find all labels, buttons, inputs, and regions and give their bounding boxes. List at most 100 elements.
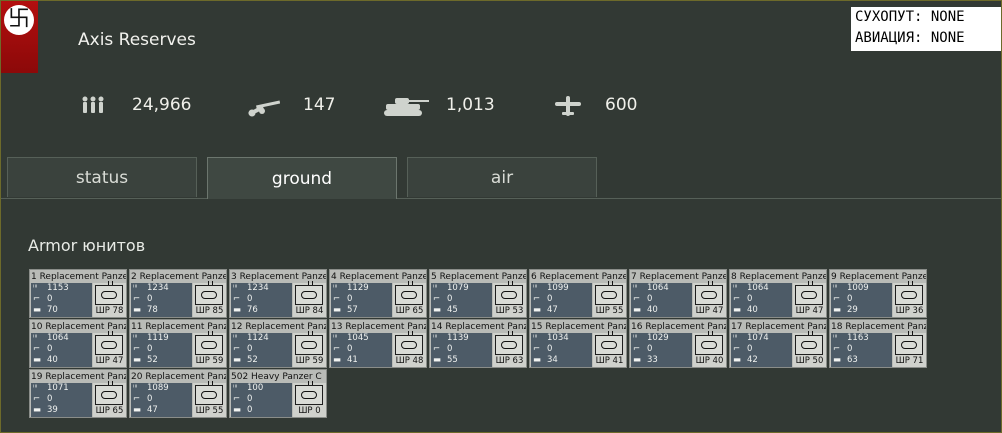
unit-counter: ШР 53 <box>493 281 526 317</box>
unit-card[interactable]: 17 Replacement Panzer ᵎᵎᵎ 1074 ⌐ 0 ▬ 42 ШР … <box>729 319 827 368</box>
unit-tanks-row: ▬ 55 <box>433 355 458 366</box>
infantry-icon: ᵎᵎᵎ <box>133 283 138 293</box>
unit-men: 1119 <box>147 333 169 343</box>
nation-banner: 卐 <box>1 1 38 73</box>
unit-card[interactable]: 11 Replacement Panzer ᵎᵎᵎ 1119 ⌐ 0 ▬ 52 ШР … <box>129 319 227 368</box>
gun-icon: ⌐ <box>33 394 41 404</box>
infantry-count: 24,966 <box>132 95 192 115</box>
tank-icon: ▬ <box>533 355 542 365</box>
unit-strength: ШР 78 <box>95 306 124 316</box>
unit-card[interactable]: 2 Replacement Panzer ᵎᵎᵎ 1234 ⌐ 0 ▬ 78 ШР 8… <box>129 269 227 318</box>
tab-status[interactable]: status <box>7 157 197 197</box>
unit-men-row: ᵎᵎᵎ 1089 <box>133 383 169 394</box>
unit-strength: ШР 65 <box>395 306 424 316</box>
unit-strength: ШР 47 <box>95 356 124 366</box>
unit-stats: ᵎᵎᵎ 1045 ⌐ 0 ▬ 41 <box>331 333 392 367</box>
unit-counter: ШР 78 <box>93 281 126 317</box>
unit-guns-row: ⌐ 0 <box>633 294 652 305</box>
unit-tanks-row: ▬ 41 <box>333 355 358 366</box>
unit-card[interactable]: 18 Replacement Panzer ᵎᵎᵎ 1163 ⌐ 0 ▬ 63 ШР … <box>829 319 927 368</box>
unit-strength: ШР 47 <box>695 306 724 316</box>
unit-guns-row: ⌐ 0 <box>533 294 552 305</box>
unit-guns-row: ⌐ 0 <box>333 294 352 305</box>
unit-tanks: 40 <box>647 305 658 315</box>
unit-men-row: ᵎᵎᵎ 1234 <box>233 283 269 294</box>
gun-icon: ⌐ <box>333 294 341 304</box>
unit-men: 1064 <box>47 333 69 343</box>
infantry-icon: ᵎᵎᵎ <box>733 283 738 293</box>
swastika-icon: 卐 <box>4 5 34 35</box>
unit-men: 1129 <box>347 283 369 293</box>
infantry-icon: ᵎᵎᵎ <box>33 383 38 393</box>
unit-stats: ᵎᵎᵎ 1139 ⌐ 0 ▬ 55 <box>431 333 492 367</box>
unit-tanks: 0 <box>247 405 253 415</box>
unit-strength: ШР 40 <box>695 356 724 366</box>
unit-tanks: 41 <box>347 355 358 365</box>
unit-card[interactable]: 12 Replacement Panzer ᵎᵎᵎ 1124 ⌐ 0 ▬ 52 ШР … <box>229 319 327 368</box>
tank-icon: ▬ <box>733 355 742 365</box>
unit-card[interactable]: 10 Replacement Panzer ᵎᵎᵎ 1064 ⌐ 0 ▬ 40 ШР … <box>29 319 127 368</box>
unit-strength: ШР 41 <box>595 356 624 366</box>
armor-symbol-icon <box>395 281 423 305</box>
tab-ground[interactable]: ground <box>207 157 397 199</box>
infantry-icon: ᵎᵎᵎ <box>633 283 638 293</box>
unit-card[interactable]: 502 Heavy Panzer C ᵎᵎᵎ 100 ⌐ 0 ▬ 0 ШР 0 <box>229 369 327 418</box>
unit-men: 100 <box>247 383 264 393</box>
tank-icon: ▬ <box>233 405 242 415</box>
unit-stats: ᵎᵎᵎ 100 ⌐ 0 ▬ 0 <box>231 383 292 417</box>
unit-men: 1234 <box>247 283 269 293</box>
unit-men: 1099 <box>547 283 569 293</box>
unit-guns: 0 <box>47 294 53 304</box>
unit-tanks: 76 <box>247 305 258 315</box>
unit-card[interactable]: 6 Replacement Panzer ᵎᵎᵎ 1099 ⌐ 0 ▬ 47 ШР 5… <box>529 269 627 318</box>
unit-card[interactable]: 1 Replacement Panzer ᵎᵎᵎ 1153 ⌐ 0 ▬ 70 ШР 7… <box>29 269 127 318</box>
unit-men: 1045 <box>347 333 369 343</box>
unit-card[interactable]: 14 Replacement Panzer ᵎᵎᵎ 1139 ⌐ 0 ▬ 55 ШР … <box>429 319 527 368</box>
unit-tanks: 34 <box>547 355 558 365</box>
unit-tanks: 70 <box>47 305 58 315</box>
unit-card[interactable]: 4 Replacement Panzer ᵎᵎᵎ 1129 ⌐ 0 ▬ 57 ШР 6… <box>329 269 427 318</box>
unit-tanks: 40 <box>747 305 758 315</box>
unit-card[interactable]: 13 Replacement Panzer ᵎᵎᵎ 1045 ⌐ 0 ▬ 41 ШР … <box>329 319 427 368</box>
gun-icon: ⌐ <box>133 294 141 304</box>
unit-guns: 0 <box>347 294 353 304</box>
unit-card[interactable]: 19 Replacement Panzer ᵎᵎᵎ 1071 ⌐ 0 ▬ 39 ШР … <box>29 369 127 418</box>
unit-stats: ᵎᵎᵎ 1124 ⌐ 0 ▬ 52 <box>231 333 292 367</box>
unit-card[interactable]: 15 Replacement Panzer ᵎᵎᵎ 1034 ⌐ 0 ▬ 34 ШР … <box>529 319 627 368</box>
unit-tanks: 57 <box>347 305 358 315</box>
unit-tanks-row: ▬ 33 <box>633 355 658 366</box>
unit-counter: ШР 85 <box>193 281 226 317</box>
unit-card[interactable]: 16 Replacement Panzer ᵎᵎᵎ 1029 ⌐ 0 ▬ 33 ШР … <box>629 319 727 368</box>
gun-icon: ⌐ <box>33 294 41 304</box>
unit-counter: ШР 41 <box>593 331 626 367</box>
unit-stats: ᵎᵎᵎ 1064 ⌐ 0 ▬ 40 <box>31 333 92 367</box>
unit-counter: ШР 40 <box>693 331 726 367</box>
unit-card[interactable]: 5 Replacement Panzer ᵎᵎᵎ 1079 ⌐ 0 ▬ 45 ШР 5… <box>429 269 527 318</box>
section-title: Armor юнитов <box>28 236 146 255</box>
unit-guns-row: ⌐ 0 <box>133 294 152 305</box>
gun-icon: ⌐ <box>333 344 341 354</box>
tab-air[interactable]: air <box>407 157 597 197</box>
unit-men-row: ᵎᵎᵎ 1234 <box>133 283 169 294</box>
armor-symbol-icon <box>695 281 723 305</box>
unit-stats: ᵎᵎᵎ 1089 ⌐ 0 ▬ 47 <box>131 383 192 417</box>
ground-mode-label: СУХОПУТ: NONE <box>855 9 965 25</box>
unit-stats: ᵎᵎᵎ 1079 ⌐ 0 ▬ 45 <box>431 283 492 317</box>
unit-tanks: 39 <box>47 405 58 415</box>
unit-tanks: 47 <box>547 305 558 315</box>
unit-card[interactable]: 7 Replacement Panzer ᵎᵎᵎ 1064 ⌐ 0 ▬ 40 ШР 4… <box>629 269 727 318</box>
unit-card[interactable]: 3 Replacement Panzer ᵎᵎᵎ 1234 ⌐ 0 ▬ 76 ШР 8… <box>229 269 327 318</box>
unit-guns-row: ⌐ 0 <box>733 344 752 355</box>
unit-guns: 0 <box>247 344 253 354</box>
unit-strength: ШР 85 <box>195 306 224 316</box>
tank-icon: ▬ <box>233 305 242 315</box>
unit-men-row: ᵎᵎᵎ 1163 <box>833 333 869 344</box>
tank-icon: ▬ <box>433 305 442 315</box>
unit-tanks-row: ▬ 0 <box>233 405 252 416</box>
unit-card[interactable]: 20 Replacement Panzer ᵎᵎᵎ 1089 ⌐ 0 ▬ 47 ШР … <box>129 369 227 418</box>
unit-card[interactable]: 8 Replacement Panzer ᵎᵎᵎ 1064 ⌐ 0 ▬ 40 ШР 4… <box>729 269 827 318</box>
unit-card[interactable]: 9 Replacement Panzer ᵎᵎᵎ 1009 ⌐ 0 ▬ 29 ШР 3… <box>829 269 927 318</box>
armor-symbol-icon <box>95 331 123 355</box>
unit-strength: ШР 59 <box>195 356 224 366</box>
unit-counter: ШР 71 <box>893 331 926 367</box>
